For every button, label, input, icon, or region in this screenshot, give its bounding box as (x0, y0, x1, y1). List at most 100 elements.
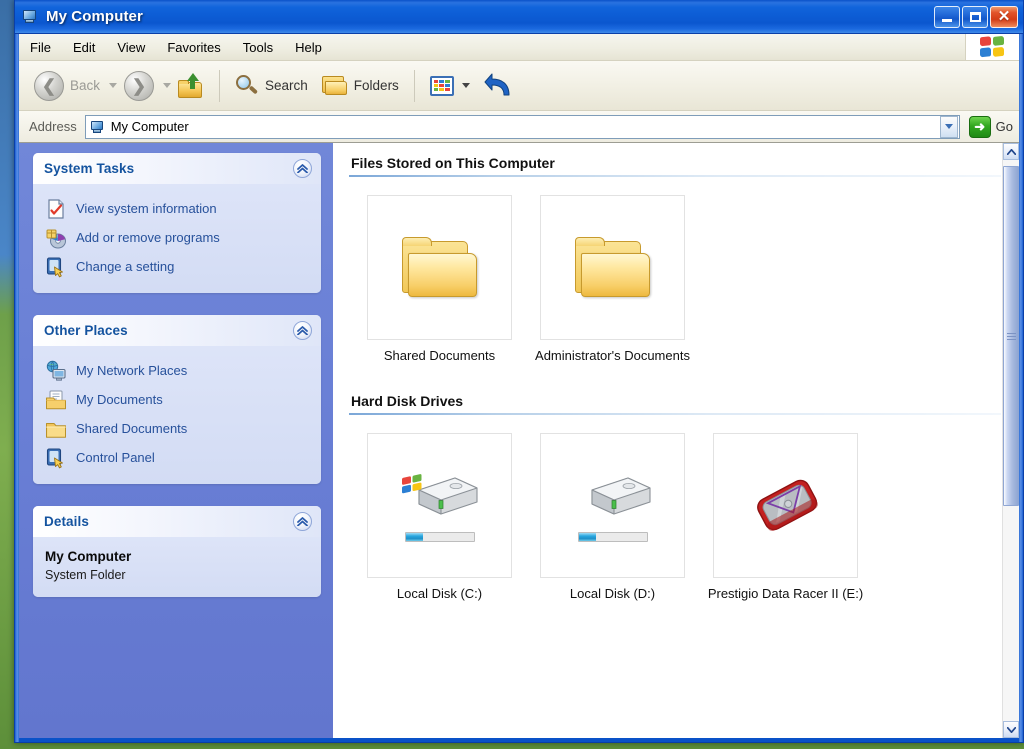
item-label: Local Disk (C:) (396, 585, 483, 601)
my-computer-icon (90, 119, 106, 135)
menu-tools[interactable]: Tools (232, 34, 284, 60)
panel-details-header[interactable]: Details (33, 506, 321, 537)
address-input[interactable]: My Computer (84, 114, 960, 139)
section-title: Hard Disk Drives (351, 392, 464, 409)
scroll-down-button[interactable] (1003, 721, 1019, 738)
details-item-type: System Folder (45, 567, 126, 582)
place-label: Control Panel (76, 450, 155, 465)
item-administrators-documents[interactable]: Administrator's Documents (535, 195, 690, 365)
item-local-disk-d[interactable]: Local Disk (D:) (540, 432, 685, 603)
minimize-button[interactable] (934, 5, 960, 28)
panel-other-places-body: My Network Places My Documents Shared Do… (33, 346, 321, 484)
control-panel-icon (45, 447, 67, 469)
panel-system-tasks-header[interactable]: System Tasks (33, 153, 321, 184)
place-control-panel[interactable]: Control Panel (45, 443, 311, 472)
panel-other-places-header[interactable]: Other Places (33, 315, 321, 346)
shared-documents-icon (45, 418, 67, 440)
menu-favorites[interactable]: Favorites (156, 34, 231, 60)
panel-system-tasks-body: View system information Add or remove pr… (33, 184, 321, 293)
item-icon-box (713, 432, 858, 578)
views-button[interactable] (423, 66, 477, 106)
up-folder-icon (178, 72, 204, 98)
address-dropdown-button[interactable] (939, 115, 958, 138)
capacity-fill (578, 533, 596, 542)
go-glyph: ➜ (974, 119, 986, 134)
back-button[interactable]: ❮ Back (27, 66, 107, 106)
menu-help[interactable]: Help (284, 34, 333, 60)
forward-button[interactable]: ❯ (117, 66, 161, 106)
back-arrow-icon: ❮ (34, 70, 64, 101)
maximize-button[interactable] (962, 5, 988, 28)
vertical-scrollbar[interactable] (1002, 143, 1019, 738)
scroll-up-button[interactable] (1003, 143, 1019, 160)
item-icon-box (367, 195, 512, 340)
item-prestigio-data-racer[interactable]: Prestigio Data Racer II (E:) (708, 432, 863, 603)
toolbar-separator (219, 69, 221, 102)
menu-bar: File Edit View Favorites Tools Help (19, 34, 1019, 61)
place-shared-documents[interactable]: Shared Documents (45, 414, 311, 443)
close-button[interactable]: ✕ (990, 5, 1018, 28)
search-label: Search (265, 78, 308, 93)
my-computer-window: My Computer ✕ File Edit View Favorites T… (14, 0, 1024, 743)
menu-view[interactable]: View (106, 34, 156, 60)
item-local-disk-c[interactable]: Local Disk (C:) (367, 432, 512, 603)
drive-icon (570, 464, 656, 546)
folders-icon (321, 75, 348, 97)
task-view-system-information[interactable]: View system information (45, 194, 311, 223)
menu-file[interactable]: File (19, 34, 62, 60)
collapse-chevron-icon[interactable] (293, 512, 312, 531)
views-dropdown-icon[interactable] (461, 83, 470, 88)
item-label: Local Disk (D:) (569, 585, 656, 601)
title-bar: My Computer ✕ (15, 0, 1023, 34)
folder-icon (574, 236, 651, 299)
toolbar-separator-2 (413, 69, 415, 102)
go-arrow-icon: ➜ (968, 115, 991, 138)
task-sidebar: System Tasks View system information Add… (19, 143, 333, 738)
place-my-documents[interactable]: My Documents (45, 385, 311, 414)
undo-icon (484, 73, 510, 95)
panel-system-tasks: System Tasks View system information Add… (33, 153, 321, 293)
task-label: View system information (76, 201, 217, 216)
collapse-chevron-icon[interactable] (293, 159, 312, 178)
capacity-bar (577, 532, 648, 543)
scroll-track[interactable] (1003, 160, 1019, 721)
folders-label: Folders (353, 78, 399, 93)
forward-dropdown-icon[interactable] (163, 83, 172, 88)
panel-other-places: Other Places My Network Places My Docume… (33, 315, 321, 484)
external-drive-icon (743, 464, 829, 546)
forward-arrow-icon: ❯ (124, 70, 155, 101)
collapse-chevron-icon[interactable] (293, 321, 312, 340)
menu-spacer (333, 34, 965, 60)
section-hard-disk-drives: Hard Disk Drives (349, 393, 1001, 415)
go-button[interactable]: ➜ Go (960, 115, 1013, 138)
panel-details: Details My Computer System Folder (33, 506, 321, 598)
go-label: Go (995, 119, 1013, 134)
search-button[interactable]: Search (228, 66, 315, 106)
scroll-thumb[interactable] (1003, 166, 1019, 506)
item-icon-box (367, 432, 512, 578)
task-label: Change a setting (76, 259, 175, 274)
task-change-a-setting[interactable]: Change a setting (45, 252, 311, 281)
menu-edit[interactable]: Edit (62, 34, 106, 60)
item-icon-box (540, 432, 685, 578)
window-title: My Computer (46, 8, 143, 25)
item-shared-documents[interactable]: Shared Documents (367, 195, 512, 365)
my-computer-icon (21, 8, 39, 26)
place-label: My Documents (76, 392, 163, 407)
close-icon: ✕ (997, 8, 1011, 25)
views-icon (429, 75, 454, 96)
folders-button[interactable]: Folders (315, 66, 406, 106)
place-my-network-places[interactable]: My Network Places (45, 356, 311, 385)
panel-title: Details (44, 514, 89, 529)
item-label: Administrator's Documents (535, 348, 690, 363)
item-label: Shared Documents (383, 348, 496, 363)
back-dropdown-icon[interactable] (109, 83, 118, 88)
undo-button[interactable] (477, 66, 519, 106)
task-label: Add or remove programs (76, 230, 220, 245)
task-add-or-remove-programs[interactable]: Add or remove programs (45, 223, 311, 252)
up-button[interactable] (171, 66, 211, 106)
address-bar: Address My Computer ➜ Go (19, 111, 1019, 143)
panel-details-body: My Computer System Folder (33, 537, 321, 598)
panel-title: Other Places (44, 323, 128, 338)
window-controls: ✕ (934, 5, 1021, 28)
